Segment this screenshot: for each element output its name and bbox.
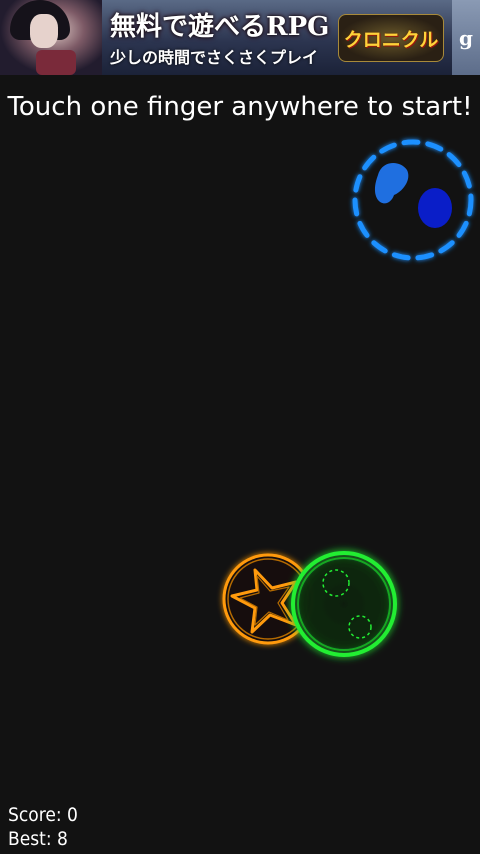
game-canvas[interactable]: [0, 0, 480, 854]
score-label: Score: 0: [8, 804, 78, 826]
blue-dashed-target-ring: [352, 139, 474, 261]
blue-blob: [374, 163, 409, 204]
green-glow-ring: [291, 551, 397, 657]
best-score-label: Best: 8: [8, 828, 68, 850]
dark-blue-dot: [418, 188, 452, 228]
